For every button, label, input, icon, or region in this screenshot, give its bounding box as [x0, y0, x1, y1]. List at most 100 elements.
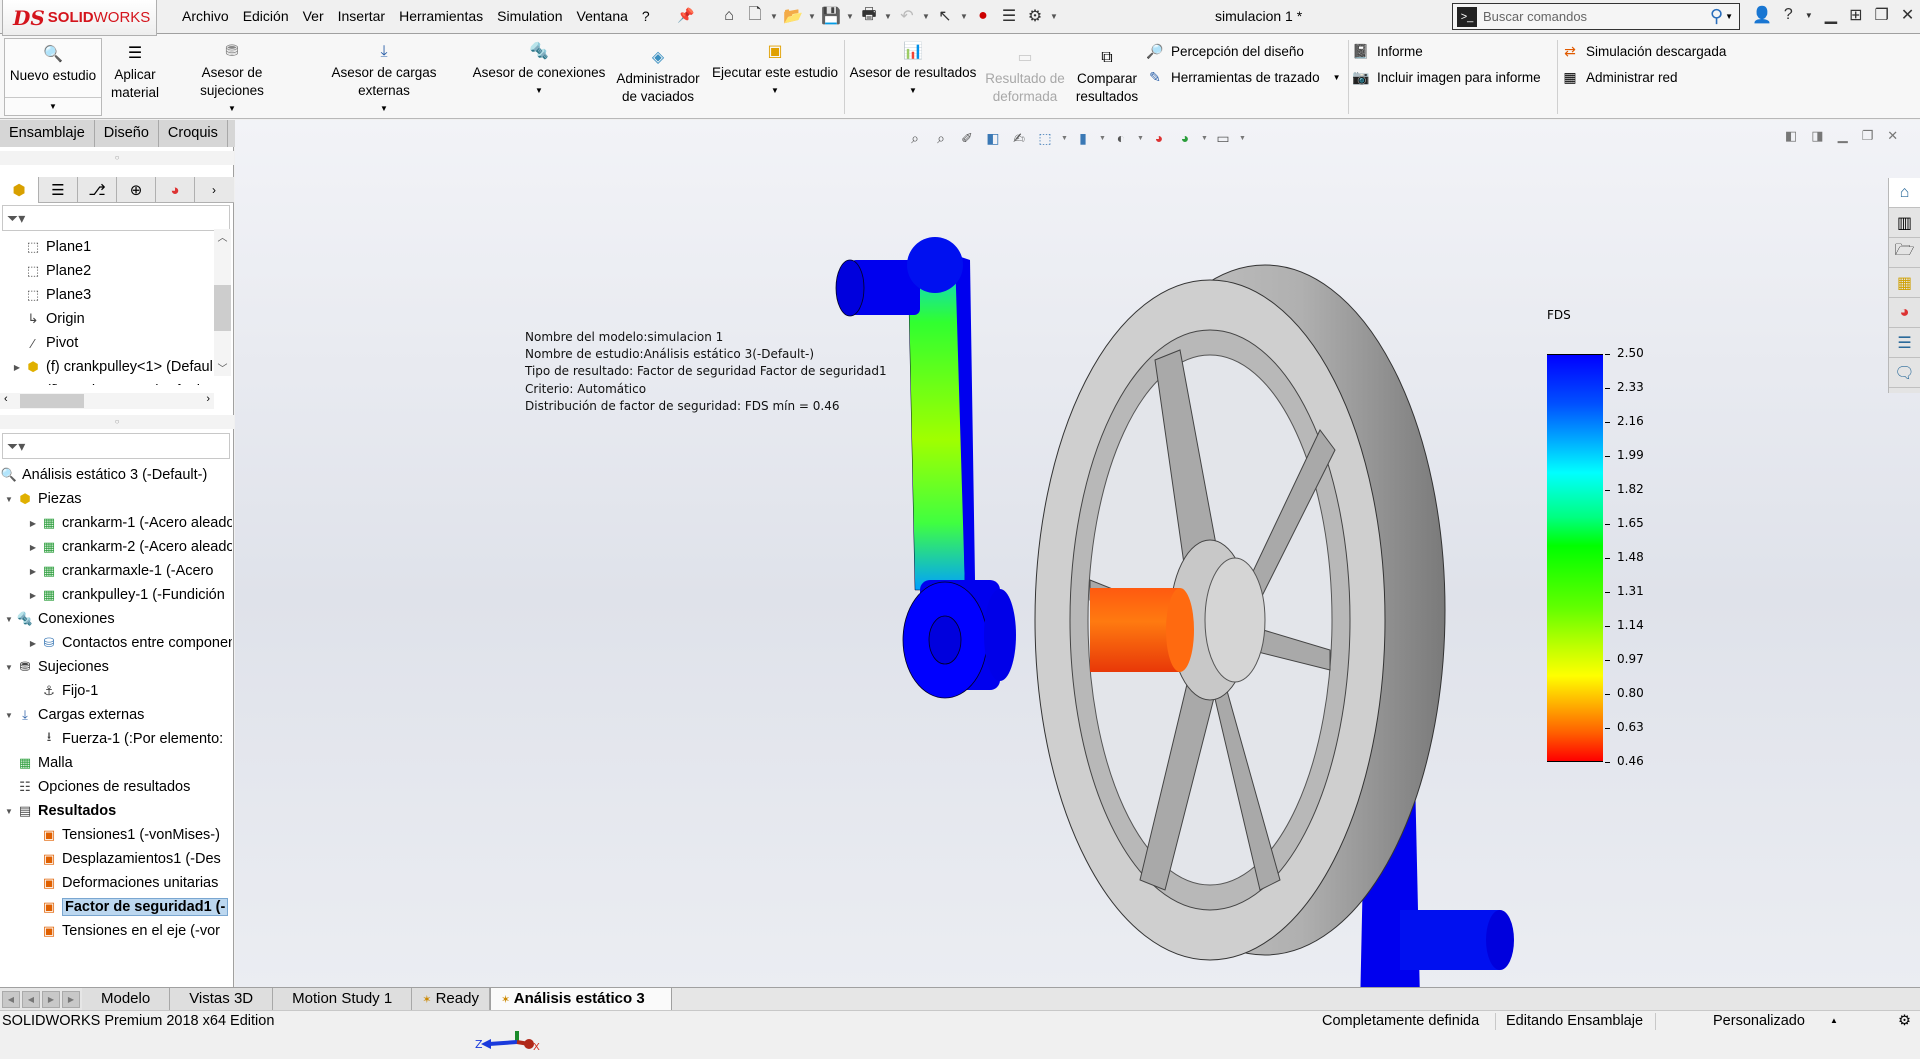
chevron-down-icon[interactable]: ▼	[770, 12, 778, 21]
open-icon[interactable]: 📂	[782, 4, 804, 28]
library-icon[interactable]: ▥	[1889, 208, 1920, 238]
zoom-area-icon[interactable]: ⌕	[931, 128, 951, 148]
feature-tree-item[interactable]: ⬚ Plane3	[0, 283, 212, 307]
view-orientation-icon[interactable]: ⬚	[1035, 128, 1055, 148]
scroll-up-icon[interactable]: ︿	[214, 229, 231, 245]
forum-icon[interactable]: 🗨	[1889, 358, 1920, 388]
study-tree-item[interactable]: ▼ ⛃ Sujeciones	[0, 655, 232, 679]
previous-view-icon[interactable]: ✐	[957, 128, 977, 148]
chevron-up-icon[interactable]: ▲	[1830, 1011, 1838, 1031]
collapse-arrow-icon[interactable]: ▼	[2, 711, 16, 720]
expand-arrow-icon[interactable]: ▶	[10, 363, 24, 372]
tab-motion-study[interactable]: Motion Study 1	[273, 988, 413, 1011]
chevron-down-icon[interactable]: ▼	[1050, 12, 1058, 21]
chevron-right-icon[interactable]: ›	[195, 177, 233, 203]
new-document-icon[interactable]: 🗋	[744, 4, 766, 28]
fixtures-advisor-button[interactable]: ⛃ Asesor de sujeciones ▼	[168, 42, 296, 118]
menu-herramientas[interactable]: Herramientas	[399, 8, 483, 24]
home-icon[interactable]: ⌂	[1889, 178, 1920, 208]
user-icon[interactable]: 👤	[1752, 5, 1772, 25]
chevron-down-icon[interactable]: ▼	[304, 100, 464, 118]
expand-arrow-icon[interactable]: ▶	[26, 519, 40, 528]
collapse-arrow-icon[interactable]: ▼	[2, 495, 16, 504]
study-root[interactable]: 🔍 Análisis estático 3 (-Default-)	[0, 463, 232, 487]
study-tree-item[interactable]: ▶ ▦ crankarm-1 (-Acero aleado-)	[0, 511, 232, 535]
connections-advisor-button[interactable]: 🔩 Asesor de conexiones ▼	[472, 42, 606, 100]
minimize-icon[interactable]: ▁	[1838, 128, 1848, 144]
tab-diseno[interactable]: Diseño	[94, 120, 159, 147]
vertical-scrollbar[interactable]: ︿ ﹀	[214, 229, 231, 376]
results-advisor-button[interactable]: 📊 Asesor de resultados ▼	[848, 42, 978, 100]
scroll-thumb[interactable]	[214, 285, 231, 331]
chevron-down-icon[interactable]: ▼	[960, 12, 968, 21]
home-icon[interactable]: ⌂	[718, 4, 740, 28]
study-tree-item[interactable]: ▼ ▤ Resultados	[0, 799, 232, 823]
collapse-arrow-icon[interactable]: ▼	[2, 663, 16, 672]
chevron-down-icon[interactable]: ▼	[884, 12, 892, 21]
feature-tree-filter[interactable]: ⏷▾	[2, 205, 230, 231]
expand-arrow-icon[interactable]: ▶	[26, 543, 40, 552]
close-icon[interactable]: ✕	[1901, 5, 1914, 25]
panel-splitter[interactable]: ○	[0, 415, 234, 429]
display-style-icon[interactable]: ▮	[1073, 128, 1093, 148]
rebuild-status-icon[interactable]: ⚙	[1898, 1011, 1911, 1031]
horizontal-scrollbar[interactable]: ‹ ›	[0, 393, 214, 409]
chevron-down-icon[interactable]: ▼	[1805, 11, 1813, 20]
study-tree-item[interactable]: ▣ Tensiones1 (-vonMises-)	[0, 823, 232, 847]
chevron-down-icon[interactable]: ▼	[922, 12, 930, 21]
search-icon[interactable]: ⚲	[1710, 6, 1723, 27]
chevron-down-icon[interactable]: ▼	[5, 97, 101, 115]
study-tree-item[interactable]: ▶ ▦ crankpulley-1 (-Fundición	[0, 583, 232, 607]
scroll-left-icon[interactable]: ‹	[4, 393, 8, 405]
solidworks-logo[interactable]: DS SOLIDWORKS	[2, 0, 157, 36]
tile-icon[interactable]: ⊞	[1849, 5, 1862, 25]
feature-tree-item[interactable]: ⁄ Pivot	[0, 331, 212, 355]
external-loads-advisor-button[interactable]: ⤓ Asesor de cargas externas ▼	[304, 42, 464, 118]
feature-tree-item[interactable]: ⬚ Plane1	[0, 235, 212, 259]
study-tree-item[interactable]: ▣ Desplazamientos1 (-Des	[0, 847, 232, 871]
scroll-right-icon[interactable]: ›	[206, 393, 210, 405]
feature-tree-item[interactable]: ⬚ Plane2	[0, 259, 212, 283]
scroll-thumb[interactable]	[20, 394, 84, 408]
close-icon[interactable]: ✕	[1887, 128, 1898, 144]
menu-help[interactable]: ?	[642, 8, 650, 24]
chevron-down-icon[interactable]: ▼	[1137, 135, 1144, 142]
select-icon[interactable]: ↖	[934, 4, 956, 28]
new-study-button[interactable]: 🔍 Nuevo estudio ▼	[4, 38, 102, 116]
view-settings-icon[interactable]: ▭	[1213, 128, 1233, 148]
plot-tools-button[interactable]: ✎ Herramientas de trazado ▼	[1146, 68, 1341, 86]
study-tree-item[interactable]: ▶⛁ Contactos entre componentes	[0, 631, 232, 655]
restore-icon[interactable]: ❐	[1874, 5, 1888, 25]
graphics-area[interactable]: ⌕ ⌕ ✐ ◧ ✍ ⬚ ▼ ▮ ▼ ◐ ▼ ◕ ◕ ▼ ▭ ▼ ◧ ◨ ▁ ❐ ✕	[235, 120, 1920, 1053]
appearances-icon[interactable]: ◕	[1889, 298, 1920, 328]
deformed-result-button[interactable]: ▭ Resultado de deformada	[982, 48, 1068, 106]
study-tree-item[interactable]: ▣ Tensiones en el eje (-vor	[0, 919, 232, 943]
undo-icon[interactable]: ↶	[896, 4, 918, 28]
collapse-arrow-icon[interactable]: ▼	[2, 615, 16, 624]
chevron-down-icon[interactable]: ▼	[1061, 135, 1068, 142]
pin-menu-icon[interactable]: 📌	[677, 7, 694, 24]
unit-system-status[interactable]: Personalizado	[1713, 1011, 1805, 1031]
tab-modelo[interactable]: Modelo	[82, 988, 171, 1011]
tab-croquis[interactable]: Croquis	[158, 120, 228, 147]
print-icon[interactable]: 🖶	[858, 4, 880, 28]
file-explorer-icon[interactable]: 🗁	[1889, 238, 1920, 268]
chevron-down-icon[interactable]: ▼	[1333, 73, 1341, 82]
compare-results-button[interactable]: ⧉ Comparar resultados	[1070, 48, 1144, 106]
chevron-down-icon[interactable]: ▼	[710, 82, 840, 100]
feature-tree-item[interactable]: ▶ ⬢ (f) crankpulley<1> (Default	[0, 355, 212, 379]
chevron-down-icon[interactable]: ▼	[1099, 135, 1106, 142]
file-properties-icon[interactable]: ☰	[998, 4, 1020, 28]
apply-material-button[interactable]: ☰ Aplicar material	[106, 44, 164, 102]
rebuild-icon[interactable]: ●	[972, 4, 994, 28]
dimxpert-tab[interactable]: ⊕	[117, 177, 156, 203]
edit-appearance-icon[interactable]: ◕	[1149, 128, 1169, 148]
menu-insertar[interactable]: Insertar	[338, 8, 385, 24]
help-icon[interactable]: ?	[1784, 6, 1793, 24]
expand-arrow-icon[interactable]: ▶	[26, 639, 40, 648]
study-tree-item[interactable]: ▣ Factor de seguridad1 (-	[0, 895, 232, 919]
study-tree-item[interactable]: ⭳ Fuerza-1 (:Por elemento:	[0, 727, 232, 751]
section-view-icon[interactable]: ◧	[983, 128, 1003, 148]
panel-splitter[interactable]: ○	[0, 151, 234, 165]
property-manager-tab[interactable]: ☰	[39, 177, 78, 203]
